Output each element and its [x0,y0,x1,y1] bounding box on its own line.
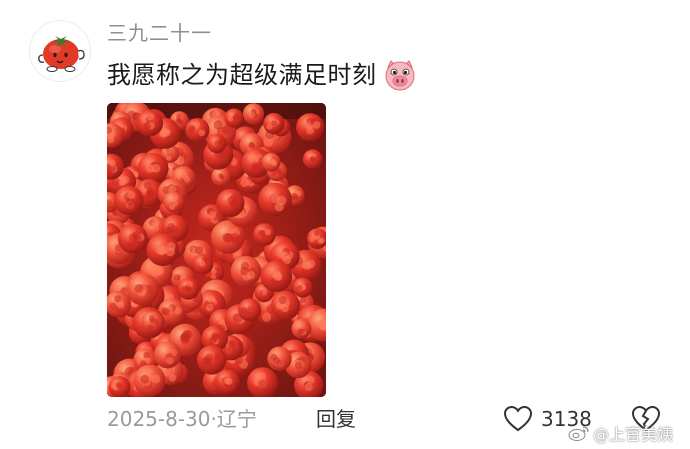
comment-text: 我愿称之为超级满足时刻 [107,61,377,89]
raspberry [258,182,292,217]
raspberry [211,166,231,187]
raspberry [263,113,285,135]
pig-face-icon [383,58,417,92]
raspberry [126,273,159,306]
raspberry [296,113,325,142]
raspberry [292,277,313,298]
raspberry [260,260,293,292]
raspberry [238,298,262,322]
comment-date-location: 2025-8-30·辽宁 [107,407,257,431]
raspberry [137,152,169,184]
raspberry [141,311,164,334]
raspberry [163,191,185,213]
raspberry [108,376,131,397]
raspberry [136,109,164,137]
comment-card: 三九二十一 我愿称之为超级满足时刻 2025-8-30·辽宁 回复 3138 @… [0,0,690,449]
raspberries-photo[interactable] [107,103,326,397]
raspberry [302,149,323,169]
raspberry [177,277,200,300]
raspberry [154,341,182,369]
raspberry [114,185,144,216]
watermark-text: @上官美姨 [593,425,674,444]
raspberry [267,346,292,371]
raspberry [146,233,179,266]
raspberry [291,318,312,339]
raspberry [224,108,244,128]
raspberry [230,255,262,287]
raspberry [247,367,279,397]
username[interactable]: 三九二十一 [107,20,212,46]
raspberry [196,345,227,375]
raspberry [192,253,214,275]
raspberry [242,103,265,125]
raspberry [253,223,276,246]
raspberry [261,152,281,172]
tomato-avatar-icon [38,36,85,72]
raspberry [118,223,148,254]
comment-body: 我愿称之为超级满足时刻 [107,57,417,93]
raspberry [216,188,245,218]
avatar[interactable] [29,20,91,82]
raspberry [270,290,301,321]
raspberry [133,364,166,397]
raspberry [207,134,227,154]
raspberries-image [107,103,326,397]
weibo-logo-icon [568,426,589,441]
heart-icon [503,405,533,432]
watermark: @上官美姨 [568,422,673,444]
raspberry [185,118,210,143]
raspberry [214,369,240,395]
reply-button[interactable]: 回复 [316,406,356,432]
